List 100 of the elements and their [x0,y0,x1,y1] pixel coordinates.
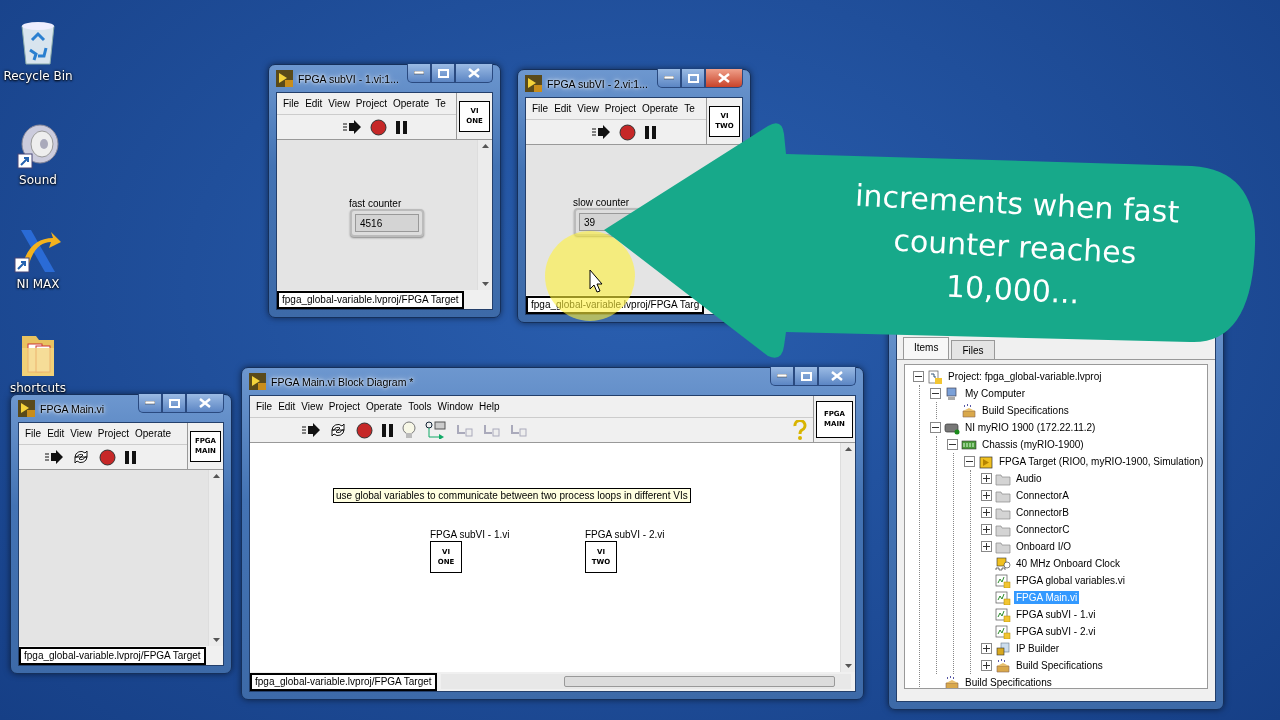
menu-item[interactable]: View [574,103,602,114]
tree-item[interactable]: IP Builder [1014,642,1062,655]
abort-icon[interactable] [99,448,116,466]
tab[interactable]: Files [951,340,995,359]
menu-item[interactable]: Te [681,103,698,114]
tree-item[interactable]: FPGA subVI - 2.vi [1014,625,1098,638]
menu-item[interactable]: Project [325,401,363,412]
tree-item[interactable]: Build Specifications [963,676,1054,688]
expand-toggle[interactable] [981,524,992,535]
run-arrow-icon[interactable] [302,423,320,437]
minimize-button[interactable] [770,367,794,386]
collapse-toggle[interactable] [913,371,924,382]
run-arrow-icon[interactable] [45,450,63,464]
menu-item[interactable]: File [22,428,45,439]
callout-text: increments when fast counter reaches 10,000... [853,176,1182,313]
pin-boxes-icon[interactable] [425,421,447,439]
pause-icon[interactable] [125,450,136,464]
collapse-toggle[interactable] [930,388,941,399]
menu-item[interactable]: Project [352,98,390,109]
expand-toggle[interactable] [981,507,992,518]
menu-item[interactable]: Operate [390,98,433,109]
menu-item[interactable]: Project [94,428,132,439]
light-bulb-icon[interactable] [402,421,416,439]
expand-toggle[interactable] [981,490,992,501]
maximize-button[interactable] [681,69,705,88]
menu-item[interactable]: View [298,401,326,412]
minimize-button[interactable] [657,69,681,88]
close-icon [831,371,843,381]
abort-icon[interactable] [370,118,387,136]
app-icon [18,400,35,417]
minimize-button[interactable] [407,64,431,83]
close-button[interactable] [186,394,224,413]
expand-toggle[interactable] [981,643,992,654]
desktop-icon-label[interactable]: shortcuts [10,381,66,395]
computer-icon [944,386,960,401]
menu-item[interactable]: File [529,103,552,114]
tab[interactable]: Items [903,337,950,359]
menu-item[interactable]: Help [476,401,503,412]
circular-arrows-icon[interactable] [72,449,90,465]
maximize-button[interactable] [431,64,455,83]
close-button[interactable] [705,69,743,88]
menu-item[interactable]: Operate [132,428,175,439]
collapse-toggle[interactable] [964,456,975,467]
menu-item[interactable]: View [325,98,353,109]
menu-item[interactable]: Edit [275,401,299,412]
tree-item[interactable]: Chassis (myRIO-1900) [980,438,1086,451]
tree-item[interactable]: Onboard I/O [1014,540,1074,553]
abort-icon[interactable] [619,123,636,141]
collapse-toggle[interactable] [947,439,958,450]
expand-toggle[interactable] [981,541,992,552]
tree-item[interactable]: Project: fpga_global-variable.lvproj [946,370,1104,383]
close-button[interactable] [455,64,493,83]
expand-toggle[interactable] [981,473,992,484]
tree-item[interactable]: 40 MHz Onboard Clock [1014,557,1122,570]
menu-item[interactable]: Window [434,401,477,412]
minimize-button[interactable] [138,394,162,413]
menu-item[interactable]: File [280,98,303,109]
run-arrow-icon[interactable] [592,125,610,139]
tree-item[interactable]: FPGA subVI - 1.vi [1014,608,1098,621]
tree-item[interactable]: ConnectorA [1014,489,1071,502]
pause-icon[interactable] [645,125,656,139]
plus-icon [983,475,990,482]
desktop-icon-label[interactable]: Recycle Bin [3,69,73,83]
pause-icon[interactable] [396,120,407,134]
menu-item[interactable]: Edit [44,428,68,439]
scroll-up-icon [844,447,852,451]
tree-item[interactable]: NI myRIO 1900 (172.22.11.2) [963,421,1098,434]
expand-toggle[interactable] [981,660,992,671]
tree-item[interactable]: Audio [1014,472,1044,485]
tree-item[interactable]: Build Specifications [1014,659,1105,672]
abort-icon[interactable] [356,421,373,439]
maximize-button[interactable] [162,394,186,413]
close-button[interactable] [818,367,856,386]
horizontal-scrollbar[interactable] [440,674,851,689]
vertical-scrollbar[interactable] [840,443,855,672]
menu-item[interactable]: Operate [639,103,682,114]
collapse-toggle[interactable] [930,422,941,433]
tree-item[interactable]: ConnectorB [1014,506,1071,519]
scroll-up-icon [481,144,489,148]
tree-item[interactable]: ConnectorC [1014,523,1072,536]
menu-item[interactable]: Operate [363,401,406,412]
desktop-icon-label[interactable]: Sound [19,173,57,187]
circular-arrows-icon[interactable] [329,422,347,438]
menu-item[interactable]: Edit [302,98,326,109]
menu-item[interactable]: View [67,428,95,439]
menu-item[interactable]: Tools [405,401,435,412]
menu-item[interactable]: Project [601,103,639,114]
maximize-button[interactable] [794,367,818,386]
desktop-icon-label[interactable]: NI MAX [16,277,60,291]
tree-item[interactable]: Build Specifications [980,404,1071,417]
menu-item[interactable]: Te [432,98,449,109]
tree-item[interactable]: My Computer [963,387,1027,400]
menu-item[interactable]: File [253,401,276,412]
vertical-scrollbar[interactable] [208,470,223,646]
menu-item[interactable]: Edit [551,103,575,114]
pause-icon[interactable] [382,423,393,437]
tree-item[interactable]: FPGA Target (RIO0, myRIO-1900, Simulation) [997,455,1206,468]
run-arrow-icon[interactable] [343,120,361,134]
vertical-scrollbar[interactable] [477,140,492,290]
tree-item[interactable]: FPGA global variables.vi [1014,574,1127,587]
